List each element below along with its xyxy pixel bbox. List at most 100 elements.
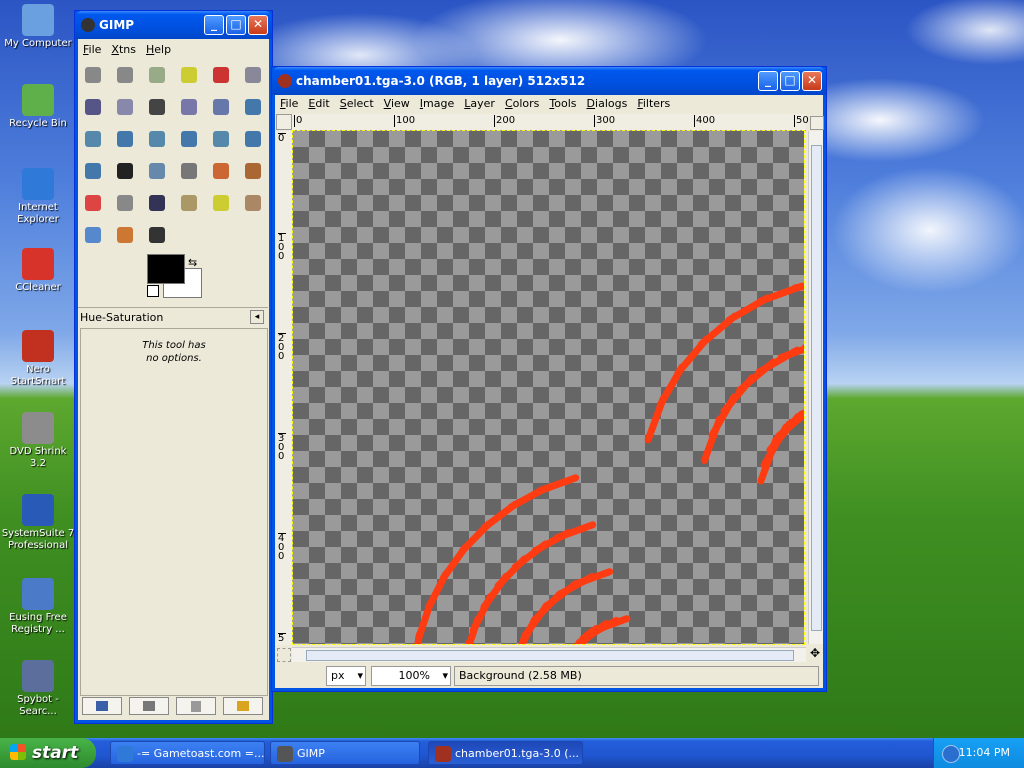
move-tool-icon[interactable] <box>240 94 266 120</box>
foreground-select-tool-icon[interactable] <box>112 94 138 120</box>
start-button[interactable]: start <box>0 738 96 768</box>
desktop-shortcut[interactable]: Internet Explorer <box>0 168 76 226</box>
toolbox-menu-help[interactable]: Help <box>142 41 177 56</box>
blend-tool-icon[interactable] <box>176 158 202 184</box>
image-menu-dialogs[interactable]: Dialogs <box>583 95 634 110</box>
vertical-ruler[interactable]: 0 100 200 300 400 5 <box>276 131 293 645</box>
taskbar-button[interactable]: GIMP <box>270 741 420 765</box>
desktop-shortcut[interactable]: Spybot - Searc... <box>0 660 76 718</box>
toolbox-menu-xtns[interactable]: Xtns <box>107 41 142 56</box>
desktop-shortcut-label: Spybot - Searc... <box>17 694 59 717</box>
ruler-tick-label: 100 <box>278 233 286 262</box>
image-menu-select[interactable]: Select <box>336 95 380 110</box>
free-select-tool-icon[interactable] <box>144 62 170 88</box>
vertical-scroll-thumb[interactable] <box>811 145 822 631</box>
image-menu-filters[interactable]: Filters <box>633 95 676 110</box>
measure-tool-icon[interactable] <box>208 94 234 120</box>
blur-tool-icon[interactable] <box>80 222 106 248</box>
bucket-fill-tool-icon[interactable] <box>144 158 170 184</box>
desktop-shortcut[interactable]: Eusing Free Registry ... <box>0 578 76 636</box>
fuzzy-select-tool-icon[interactable] <box>176 62 202 88</box>
horizontal-ruler[interactable]: 0 100 200 300 400 50 <box>292 114 809 131</box>
panel-menu-icon[interactable]: ◂ <box>250 310 264 324</box>
delete-options-button[interactable] <box>176 697 216 715</box>
chevron-down-icon: ▾ <box>357 669 363 682</box>
heal-tool-icon[interactable] <box>208 190 234 216</box>
zoom-tool-icon[interactable] <box>176 94 202 120</box>
perspective-tool-icon[interactable] <box>240 126 266 152</box>
paintbrush-tool-icon[interactable] <box>240 158 266 184</box>
foreground-color-swatch[interactable] <box>147 254 185 284</box>
image-menu-edit[interactable]: Edit <box>304 95 335 110</box>
eraser-tool-icon[interactable] <box>80 190 106 216</box>
ruler-tick-label: 200 <box>278 333 286 362</box>
swap-colors-icon[interactable]: ⇆ <box>188 256 200 269</box>
ruler-tick-label: 50 <box>794 115 809 127</box>
horizontal-scrollbar[interactable] <box>292 647 806 662</box>
desktop-shortcut[interactable]: SystemSuite 7 Professional <box>0 494 76 552</box>
image-canvas[interactable] <box>292 130 805 645</box>
toolbox-titlebar[interactable]: GIMP _ □ ✕ <box>75 11 272 39</box>
clone-tool-icon[interactable] <box>176 190 202 216</box>
unit-select[interactable]: px ▾ <box>326 666 366 686</box>
image-menu-image[interactable]: Image <box>416 95 460 110</box>
scale-tool-icon[interactable] <box>176 126 202 152</box>
perspective-clone-tool-icon[interactable] <box>240 190 266 216</box>
taskbar-button[interactable]: chamber01.tga-3.0 (... <box>428 741 583 765</box>
desktop-shortcut-label: My Computer <box>4 38 72 49</box>
rotate-tool-icon[interactable] <box>144 126 170 152</box>
smudge-tool-icon[interactable] <box>112 222 138 248</box>
close-button[interactable]: ✕ <box>248 15 268 35</box>
image-maximize-button[interactable]: □ <box>780 71 800 91</box>
desktop-shortcut[interactable]: Recycle Bin <box>0 84 76 130</box>
airbrush-tool-icon[interactable] <box>112 190 138 216</box>
image-menu-view[interactable]: View <box>380 95 416 110</box>
dodge-burn-tool-icon[interactable] <box>144 222 170 248</box>
brush-stroke <box>777 345 804 362</box>
image-menu-file[interactable]: File <box>276 95 304 110</box>
ellipse-select-tool-icon[interactable] <box>112 62 138 88</box>
color-select-tool-icon[interactable] <box>208 62 234 88</box>
desktop-shortcut[interactable]: My Computer <box>0 4 76 50</box>
eusing-registry-icon <box>22 578 54 610</box>
pencil-tool-icon[interactable] <box>208 158 234 184</box>
zoom-select[interactable]: 100% ▾ <box>371 666 451 686</box>
default-colors-icon[interactable] <box>147 285 159 297</box>
image-menu-layer[interactable]: Layer <box>460 95 501 110</box>
minimize-button[interactable]: _ <box>204 15 224 35</box>
taskbar-button[interactable]: -= Gametoast.com =... <box>110 741 265 765</box>
text-tool-icon[interactable] <box>112 158 138 184</box>
color-picker-tool-icon[interactable] <box>144 94 170 120</box>
ruler-tick-label: 300 <box>278 433 286 462</box>
image-menu-tools[interactable]: Tools <box>545 95 582 110</box>
toolbox-menu-file[interactable]: File <box>79 41 107 56</box>
rect-select-tool-icon[interactable] <box>80 62 106 88</box>
zoom-to-fit-icon[interactable] <box>810 116 824 130</box>
desktop-shortcut[interactable]: DVD Shrink 3.2 <box>0 412 76 470</box>
image-menubar: File Edit Select View Image Layer Colors Tools D… <box>276 95 822 113</box>
scissors-tool-icon[interactable] <box>240 62 266 88</box>
save-options-button[interactable] <box>82 697 122 715</box>
quick-mask-toggle[interactable] <box>277 648 291 662</box>
desktop-shortcut[interactable]: CCleaner <box>0 248 76 294</box>
tray-expand-icon[interactable] <box>942 745 960 763</box>
navigate-icon[interactable]: ✥ <box>810 647 822 659</box>
shear-tool-icon[interactable] <box>208 126 234 152</box>
align-tool-icon[interactable] <box>80 126 106 152</box>
image-close-button[interactable]: ✕ <box>802 71 822 91</box>
flip-tool-icon[interactable] <box>80 158 106 184</box>
crop-tool-icon[interactable] <box>112 126 138 152</box>
paths-tool-icon[interactable] <box>80 94 106 120</box>
image-titlebar[interactable]: chamber01.tga-3.0 (RGB, 1 layer) 512x512… <box>272 67 826 95</box>
ink-tool-icon[interactable] <box>144 190 170 216</box>
ruler-corner-button[interactable] <box>276 114 292 130</box>
reset-options-button[interactable] <box>223 697 263 715</box>
image-menu-colors[interactable]: Colors <box>501 95 545 110</box>
taskbar: start -= Gametoast.com =... GIMP chamber01… <box>0 738 1024 768</box>
vertical-scrollbar[interactable] <box>808 131 823 644</box>
horizontal-scroll-thumb[interactable] <box>306 650 794 661</box>
image-minimize-button[interactable]: _ <box>758 71 778 91</box>
restore-options-button[interactable] <box>129 697 169 715</box>
maximize-button[interactable]: □ <box>226 15 246 35</box>
desktop-shortcut[interactable]: Nero StartSmart <box>0 330 76 388</box>
